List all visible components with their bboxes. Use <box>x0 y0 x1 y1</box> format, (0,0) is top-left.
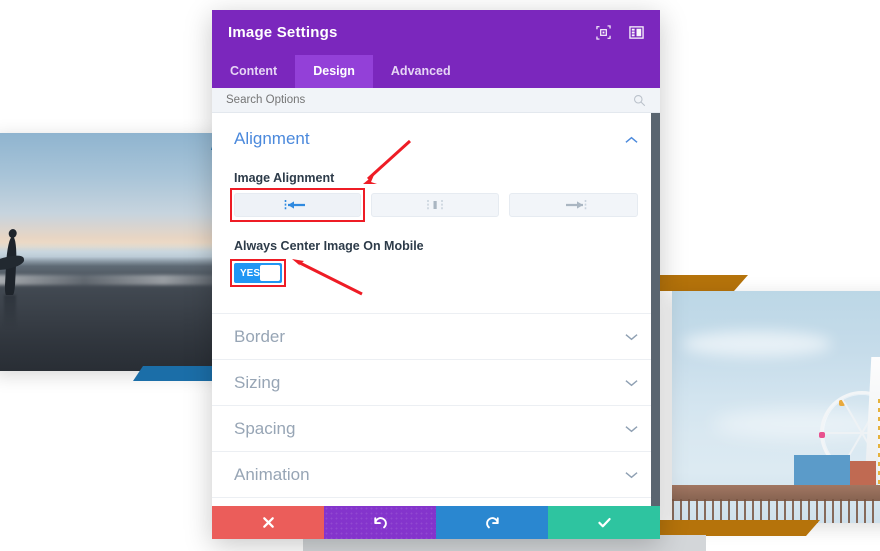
panel-title: Image Settings <box>228 24 338 41</box>
section-border[interactable]: Border <box>212 313 660 359</box>
tab-design[interactable]: Design <box>295 55 373 88</box>
section-title: Border <box>234 326 286 346</box>
ferris-car <box>839 400 845 406</box>
layout-icon[interactable] <box>629 25 644 40</box>
section-alignment: Alignment Image Alignment Always Center … <box>212 113 660 289</box>
center-on-mobile-toggle[interactable]: YES <box>234 263 282 283</box>
section-title: Animation <box>234 464 310 484</box>
chevron-down-icon[interactable] <box>625 376 638 389</box>
pier-building <box>794 455 850 485</box>
cloud <box>682 331 832 357</box>
section-animation[interactable]: Animation <box>212 451 660 497</box>
align-left-button[interactable] <box>234 193 361 217</box>
section-title: Alignment <box>234 129 310 148</box>
pier-ferris-wheel-photo <box>672 291 880 523</box>
surfer-silhouette <box>4 237 18 295</box>
search-icon[interactable] <box>633 94 646 107</box>
wave-foam <box>0 275 220 285</box>
panel-tabs: Content Design Advanced <box>212 55 660 88</box>
panel-header: Image Settings <box>212 10 660 55</box>
surfer-reflection <box>4 295 16 329</box>
search-input[interactable] <box>226 94 633 106</box>
save-button[interactable] <box>548 506 660 539</box>
section-spacing[interactable]: Spacing <box>212 405 660 451</box>
image-alignment-label: Image Alignment <box>234 171 335 185</box>
undo-button[interactable] <box>324 506 436 539</box>
chevron-down-icon[interactable] <box>625 468 638 481</box>
surfer-sunset-photo <box>0 133 220 371</box>
chevron-down-icon[interactable] <box>625 422 638 435</box>
section-sizing[interactable]: Sizing <box>212 359 660 405</box>
center-on-mobile-toggle-wrap: YES <box>230 259 286 287</box>
align-right-button[interactable] <box>509 193 639 217</box>
redo-button[interactable] <box>436 506 548 539</box>
panel-body: Alignment Image Alignment Always Center … <box>212 113 660 506</box>
toggle-knob[interactable] <box>260 265 280 281</box>
right-photo-accent-bar-bottom <box>660 520 820 536</box>
align-left-wrap <box>230 188 365 222</box>
panel-scrollbar[interactable] <box>651 113 660 506</box>
tab-advanced[interactable]: Advanced <box>373 55 469 88</box>
focus-icon[interactable] <box>596 25 611 40</box>
section-divider <box>212 497 660 498</box>
panel-header-actions <box>596 25 644 40</box>
align-center-button[interactable] <box>370 193 500 217</box>
center-on-mobile-label: Always Center Image On Mobile <box>234 239 424 253</box>
toggle-value-label: YES <box>240 267 261 279</box>
section-title: Sizing <box>234 372 281 392</box>
section-title: Spacing <box>234 418 296 438</box>
screen: Image Settings Content Design Advanced S… <box>0 0 880 551</box>
ferris-car <box>819 432 825 438</box>
search-options-bar <box>212 88 660 113</box>
chevron-up-icon[interactable] <box>625 133 638 146</box>
pier-building <box>850 461 876 485</box>
pier-pilings <box>672 499 880 523</box>
cancel-button[interactable] <box>212 506 324 539</box>
image-alignment-control <box>230 188 639 222</box>
image-settings-panel: Image Settings Content Design Advanced S… <box>212 10 660 539</box>
tab-content[interactable]: Content <box>212 55 295 88</box>
right-photo-accent-bar-top <box>660 275 748 291</box>
chevron-down-icon[interactable] <box>625 330 638 343</box>
section-alignment-header[interactable]: Alignment <box>234 129 638 149</box>
panel-footer <box>212 506 660 539</box>
